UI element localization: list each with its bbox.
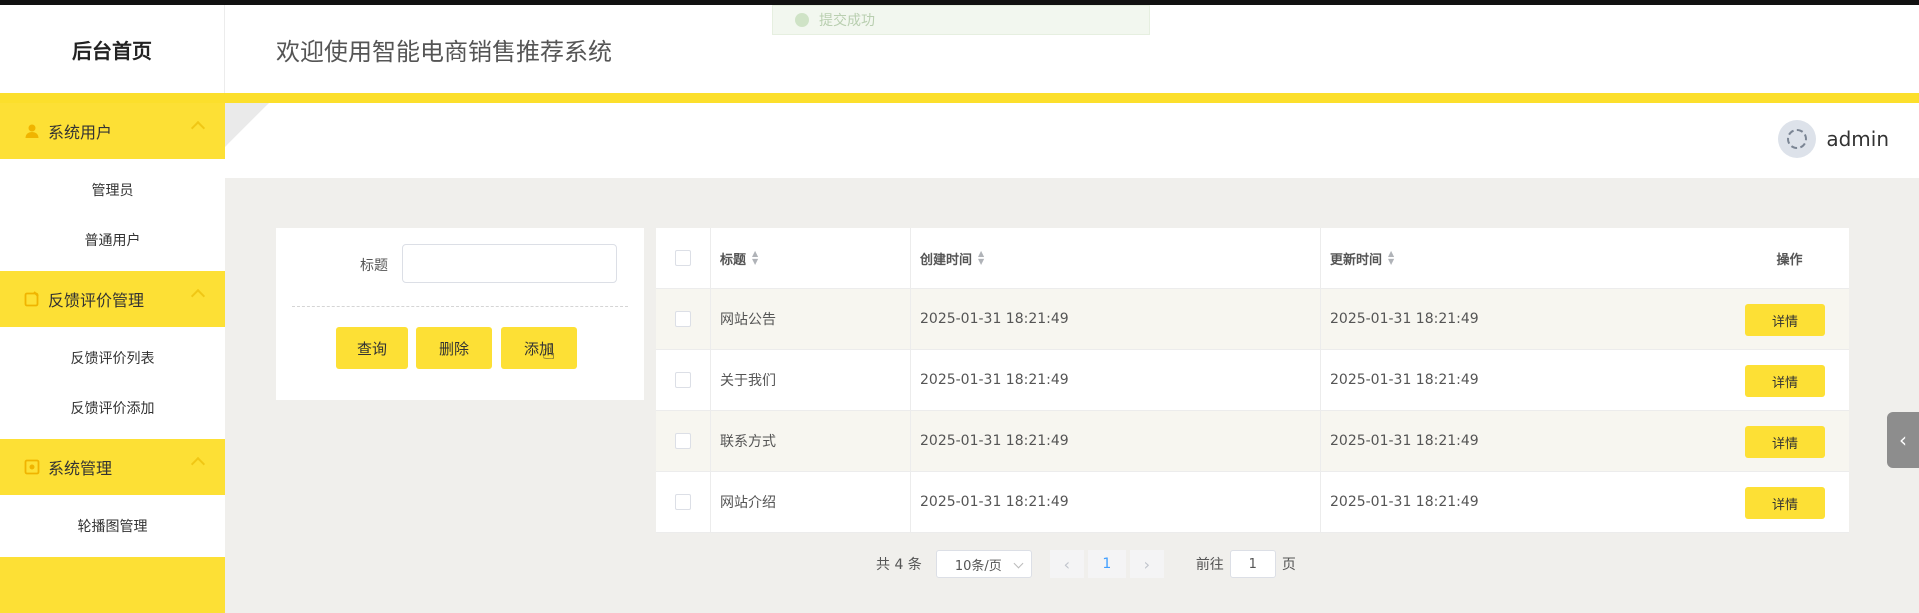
chevron-left-icon: ‹ xyxy=(1899,428,1907,452)
sidebar-group-more[interactable] xyxy=(0,557,225,613)
pagination: 共 4 条 10条/页 ‹ 1 › 前往 1 页 xyxy=(876,550,1296,578)
settings-icon xyxy=(24,459,40,475)
feedback-icon xyxy=(24,291,40,307)
col-updated[interactable]: 更新时间 ▲ ▼ xyxy=(1320,228,1730,288)
success-toast: 提交成功 xyxy=(772,5,1150,35)
sidebar-item-carousel[interactable]: 轮播图管理 xyxy=(0,501,225,551)
select-all-checkbox[interactable] xyxy=(675,250,691,266)
detail-button[interactable]: 详情 xyxy=(1745,304,1825,336)
username: admin xyxy=(1826,127,1889,151)
title-input[interactable] xyxy=(402,244,617,283)
detail-button[interactable]: 详情 xyxy=(1745,365,1825,397)
sidebar: 系统用户 管理员 普通用户 反馈评价管理 反馈评价列表 反馈评价添加 系统管理 … xyxy=(0,103,225,613)
page-number[interactable]: 1 xyxy=(1087,550,1126,578)
title-label: 标题 xyxy=(360,258,388,274)
cell-updated: 2025-01-31 18:21:49 xyxy=(1330,494,1479,510)
avatar xyxy=(1778,120,1817,158)
row-checkbox[interactable] xyxy=(675,433,691,449)
sidebar-group-users[interactable]: 系统用户 xyxy=(0,103,225,159)
side-drawer-toggle[interactable]: ‹ xyxy=(1887,412,1919,468)
cell-title: 关于我们 xyxy=(720,373,776,389)
column-divider xyxy=(710,228,711,532)
search-panel: 标题 查询 删除 添加 xyxy=(276,228,644,400)
cell-title: 联系方式 xyxy=(720,434,776,450)
detail-button[interactable]: 详情 xyxy=(1745,426,1825,458)
page-unit-label: 页 xyxy=(1281,557,1296,573)
column-divider xyxy=(1320,228,1321,532)
cell-updated: 2025-01-31 18:21:49 xyxy=(1330,372,1479,388)
goto-input[interactable]: 1 xyxy=(1229,550,1276,578)
content-topbar xyxy=(225,103,1919,178)
sort-icon[interactable]: ▲ ▼ xyxy=(978,250,984,266)
col-actions: 操作 xyxy=(1776,252,1803,268)
cell-created: 2025-01-31 18:21:49 xyxy=(920,433,1069,449)
sidebar-item-feedback-list[interactable]: 反馈评价列表 xyxy=(0,333,225,383)
table-header: 标题 ▲ ▼ 创建时间 ▲ ▼ 更新时间 ▲ ▼ 操作 xyxy=(656,228,1849,289)
check-icon xyxy=(795,13,809,27)
cell-title: 网站介绍 xyxy=(720,495,776,511)
sidebar-group-label: 系统管理 xyxy=(48,459,113,478)
sidebar-item-users[interactable]: 普通用户 xyxy=(0,215,225,265)
row-checkbox[interactable] xyxy=(675,494,691,510)
sidebar-group-label: 反馈评价管理 xyxy=(48,291,145,310)
sidebar-group-feedback[interactable]: 反馈评价管理 xyxy=(0,271,225,327)
user-icon xyxy=(24,123,40,139)
divider xyxy=(292,306,628,307)
sidebar-group-system[interactable]: 系统管理 xyxy=(0,439,225,495)
user-menu[interactable]: admin xyxy=(1778,120,1889,158)
col-created[interactable]: 创建时间 ▲ ▼ xyxy=(910,228,1320,288)
next-page-button[interactable]: › xyxy=(1129,550,1164,578)
table-row: 网站介绍 2025-01-31 18:21:49 2025-01-31 18:2… xyxy=(656,472,1849,533)
sidebar-group-label: 系统用户 xyxy=(48,123,113,142)
goto-label: 前往 xyxy=(1195,557,1224,573)
add-button[interactable]: 添加 xyxy=(501,327,577,369)
chevron-down-icon xyxy=(1013,558,1024,569)
sort-icon[interactable]: ▲ ▼ xyxy=(1388,250,1394,266)
chevron-up-icon xyxy=(190,288,206,304)
sort-icon[interactable]: ▲ ▼ xyxy=(752,250,758,266)
cell-title: 网站公告 xyxy=(720,312,776,328)
page-size-select[interactable]: 10条/页 xyxy=(935,550,1032,578)
delete-button[interactable]: 删除 xyxy=(416,327,492,369)
column-divider xyxy=(910,228,911,532)
cell-updated: 2025-01-31 18:21:49 xyxy=(1330,311,1479,327)
sidebar-item-admin[interactable]: 管理员 xyxy=(0,165,225,215)
hand-cursor-icon: ☝ xyxy=(542,340,556,365)
brand-home[interactable]: 后台首页 xyxy=(0,5,225,93)
row-checkbox[interactable] xyxy=(675,311,691,327)
query-button[interactable]: 查询 xyxy=(336,327,408,369)
total-count: 共 4 条 xyxy=(876,557,922,573)
detail-button[interactable]: 详情 xyxy=(1745,487,1825,519)
row-checkbox[interactable] xyxy=(675,372,691,388)
page-title: 欢迎使用智能电商销售推荐系统 xyxy=(276,37,612,66)
cell-updated: 2025-01-31 18:21:49 xyxy=(1330,433,1479,449)
chevron-up-icon xyxy=(190,120,206,136)
cell-created: 2025-01-31 18:21:49 xyxy=(920,494,1069,510)
data-table: 标题 ▲ ▼ 创建时间 ▲ ▼ 更新时间 ▲ ▼ 操作 网站公告 2025-01-31 18… xyxy=(656,228,1849,533)
accent-divider xyxy=(0,93,1919,103)
chevron-up-icon xyxy=(190,456,206,472)
table-row: 联系方式 2025-01-31 18:21:49 2025-01-31 18:2… xyxy=(656,411,1849,472)
prev-page-button[interactable]: ‹ xyxy=(1049,550,1084,578)
sidebar-item-feedback-add[interactable]: 反馈评价添加 xyxy=(0,383,225,433)
table-row: 网站公告 2025-01-31 18:21:49 2025-01-31 18:2… xyxy=(656,289,1849,350)
col-title[interactable]: 标题 ▲ ▼ xyxy=(710,228,910,288)
cell-created: 2025-01-31 18:21:49 xyxy=(920,311,1069,327)
cell-created: 2025-01-31 18:21:49 xyxy=(920,372,1069,388)
table-row: 关于我们 2025-01-31 18:21:49 2025-01-31 18:2… xyxy=(656,350,1849,411)
toast-text: 提交成功 xyxy=(819,13,875,29)
